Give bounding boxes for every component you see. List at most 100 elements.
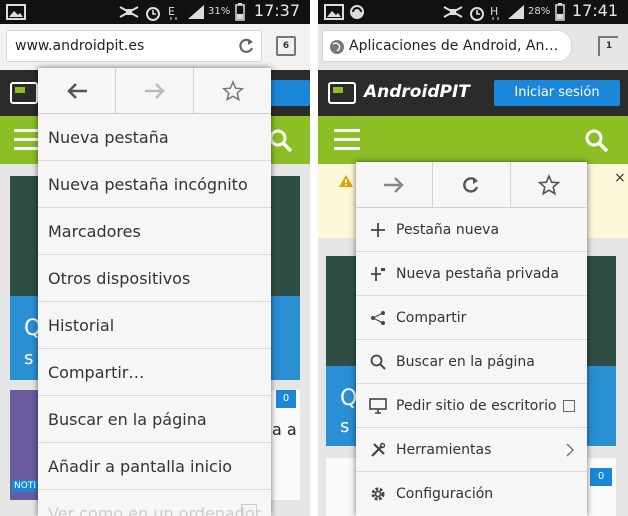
menu-item-label: Ver como en un ordenador (48, 504, 262, 516)
menu-item-label: Pedir sitio de escritorio (396, 397, 557, 414)
tab-switcher-button[interactable]: 1 (598, 36, 618, 56)
clock: 17:41 (571, 1, 618, 20)
tab-count: 1 (605, 41, 613, 51)
hamburger-icon[interactable] (334, 128, 360, 152)
menu-item-request-desktop[interactable]: Ver como en un ordenador (38, 490, 271, 516)
hamburger-icon[interactable] (14, 128, 40, 152)
url-text: Aplicaciones de Android, An… (349, 38, 559, 54)
login-button-fragment[interactable] (270, 80, 310, 106)
alarm-icon (146, 7, 160, 21)
svg-text:H: H (490, 5, 498, 18)
back-arrow-icon (66, 82, 87, 99)
menu-item-label: Herramientas (396, 441, 492, 458)
chrome-overflow-menu: Nueva pestaña Nueva pestaña incógnito Ma… (38, 68, 271, 516)
data-h-icon: H (490, 5, 499, 20)
svg-text:E: E (168, 5, 175, 18)
chrome-screen: E 31% 17:37 www.androidpit.es 6 Q s NOTI… (0, 0, 310, 516)
status-bar: E 31% 17:37 (0, 0, 310, 24)
menu-item-label: Pestaña nueva (396, 221, 500, 238)
menu-item-new-tab[interactable]: Pestaña nueva (356, 208, 587, 252)
site-logo-text: AndroidPIT (364, 82, 470, 102)
menu-item-label: Compartir (396, 309, 467, 326)
menu-icon-row (356, 162, 587, 208)
menu-item-other-devices[interactable]: Otros dispositivos (38, 255, 271, 302)
battery-percent: 31% (208, 6, 231, 17)
firefox-overflow-menu: Pestaña nueva Nueva pestaña privada Comp… (356, 162, 587, 516)
menu-item-label: Historial (48, 315, 115, 335)
menu-item-tools[interactable]: Herramientas (356, 428, 587, 472)
menu-item-private-tab[interactable]: Nueva pestaña privada (356, 252, 587, 296)
menu-item-label: Nueva pestaña (48, 127, 169, 147)
category-tag: NOTI (12, 480, 38, 492)
menu-item-label: Buscar en la página (48, 409, 207, 429)
tab-count: 6 (282, 41, 290, 51)
warning-icon (339, 175, 353, 187)
menu-item-history[interactable]: Historial (38, 302, 271, 349)
menu-item-bookmarks[interactable]: Marcadores (38, 208, 271, 255)
gear-icon (366, 486, 390, 502)
menu-item-request-desktop[interactable]: Pedir sitio de escritorio (356, 384, 587, 428)
site-logo-icon (328, 82, 356, 104)
menu-item-label: Nueva pestaña incógnito (48, 174, 248, 194)
mute-icon (119, 6, 139, 18)
menu-item-settings[interactable]: Configuración (356, 472, 587, 516)
data-e-icon: E (168, 5, 177, 20)
search-icon (366, 354, 390, 370)
menu-item-label: Compartir… (48, 362, 145, 382)
battery-icon (235, 3, 245, 21)
menu-item-add-to-homescreen[interactable]: Añadir a pantalla inicio (38, 443, 271, 490)
gallery-icon (324, 4, 344, 20)
reload-icon[interactable] (237, 37, 255, 55)
site-nav-bar (318, 116, 628, 164)
forward-arrow-icon (384, 176, 404, 193)
private-plus-icon (366, 266, 390, 282)
menu-item-find-in-page[interactable]: Buscar en la página (38, 396, 271, 443)
menu-item-share[interactable]: Compartir… (38, 349, 271, 396)
back-button[interactable] (38, 68, 116, 113)
signal-icon (508, 5, 524, 19)
url-field[interactable]: Aplicaciones de Android, An… (322, 30, 572, 62)
address-bar: www.androidpit.es 6 (0, 24, 310, 70)
screenshot-pair: E 31% 17:37 www.androidpit.es 6 Q s NOTI… (0, 0, 628, 516)
chevron-right-icon (566, 443, 575, 457)
menu-item-label: Añadir a pantalla inicio (48, 456, 233, 476)
close-icon[interactable]: × (614, 170, 626, 186)
gallery-icon (6, 4, 26, 20)
battery-icon (555, 3, 565, 21)
login-button-label: Iniciar sesión (514, 85, 600, 100)
globe-icon (330, 40, 344, 54)
forward-button[interactable] (116, 68, 194, 113)
menu-item-label: Buscar en la página (396, 353, 535, 370)
menu-item-new-tab[interactable]: Nueva pestaña (38, 114, 271, 161)
star-icon (221, 79, 244, 101)
bookmark-star-button[interactable] (511, 162, 587, 207)
hero-text-fragment-2: s (24, 348, 34, 369)
tab-switcher-button[interactable]: 6 (276, 36, 296, 56)
sync-icon (350, 5, 364, 19)
signal-icon (188, 5, 204, 19)
monitor-icon (366, 397, 390, 414)
reload-button[interactable] (433, 162, 511, 207)
bookmark-star-button[interactable] (194, 68, 271, 113)
alarm-icon (470, 7, 484, 21)
site-logo-icon (10, 82, 38, 104)
site-search-icon[interactable] (584, 128, 610, 154)
desktop-checkbox[interactable] (241, 504, 257, 516)
url-text: www.androidpit.es (15, 38, 145, 54)
hero-text-fragment: Q (340, 386, 358, 411)
menu-item-label: Configuración (396, 486, 494, 502)
menu-item-find-in-page[interactable]: Buscar en la página (356, 340, 587, 384)
hero-text-fragment-2: s (340, 416, 350, 437)
address-bar: Aplicaciones de Android, An… 1 (318, 24, 628, 70)
forward-button[interactable] (356, 162, 434, 207)
login-button[interactable]: Iniciar sesión (494, 80, 620, 106)
tools-icon (366, 442, 390, 458)
url-field[interactable]: www.androidpit.es (6, 30, 262, 62)
article-text-fragment: a a (272, 420, 297, 439)
comment-count-badge: 0 (276, 390, 296, 408)
site-search-icon[interactable] (268, 128, 294, 154)
desktop-checkbox[interactable] (563, 400, 575, 412)
battery-percent: 28% (528, 6, 551, 17)
menu-item-share[interactable]: Compartir (356, 296, 587, 340)
menu-item-incognito-tab[interactable]: Nueva pestaña incógnito (38, 161, 271, 208)
